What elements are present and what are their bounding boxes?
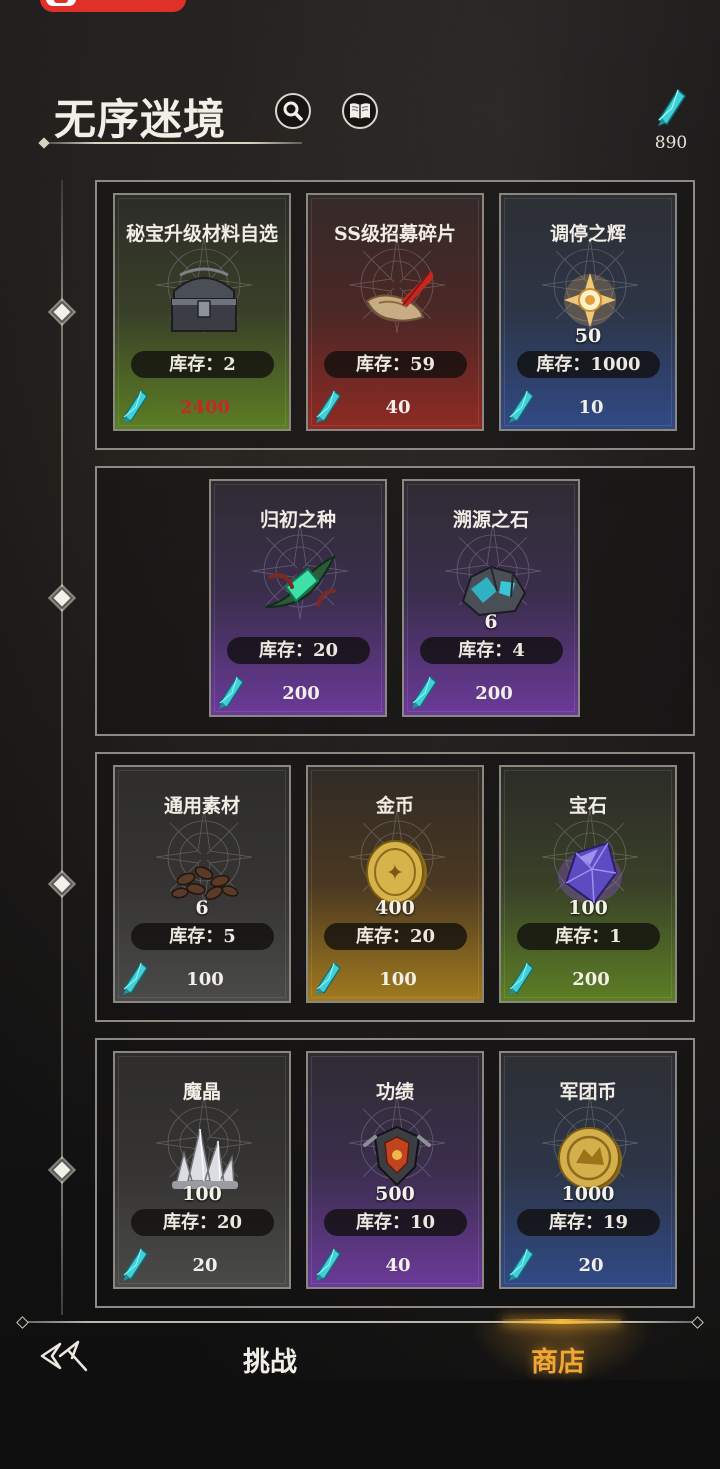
item-stock: 库存：20 [131,1209,274,1236]
shop-item-card[interactable]: 秘宝升级材料自选 库存：2 2400 [113,193,291,431]
item-name: 溯源之石 [452,509,529,531]
item-name: 通用素材 [163,795,240,817]
item-stock: 库存：19 [517,1209,660,1236]
tab-challenge[interactable]: 挑战 [243,1340,297,1379]
item-price: 20 [192,1255,218,1276]
item-price: 200 [282,683,320,704]
item-price: 100 [186,969,224,990]
currency-crystal-icon [120,389,150,425]
item-stock: 库存：2 [131,351,274,378]
currency-crystal-icon [313,961,343,997]
crystal-seed-icon [256,547,344,625]
item-quantity: 500 [375,1183,415,1205]
shop-item-card[interactable]: 魔晶 100 库存：20 20 [113,1051,291,1289]
item-quantity: 6 [195,897,209,919]
active-tab-indicator [503,1319,621,1324]
item-stock: 库存：20 [324,923,467,950]
shop-item-card[interactable]: SS级招募碎片 库存：59 40 [306,193,484,431]
currency-crystal-icon [120,1247,150,1283]
search-button[interactable] [275,93,311,129]
item-stock: 库存：59 [324,351,467,378]
currency-crystal-icon [506,389,536,425]
guide-book-button[interactable] [342,93,378,129]
search-icon [283,101,303,121]
item-price: 40 [385,1255,411,1276]
item-price: 40 [385,397,411,418]
shop-item-card[interactable]: 通用素材 6 库存：5 100 [113,765,291,1003]
item-name: 军团币 [559,1081,617,1103]
item-price: 200 [572,969,610,990]
item-name: 秘宝升级材料自选 [125,223,278,245]
item-name: 归初之种 [259,509,336,531]
bottom-bar-background [0,1380,720,1469]
currency-amount: 890 [654,133,688,153]
shop-group-2 [95,466,695,736]
shop-item-card[interactable]: 金币 ✦ 400 库存：20 100 [306,765,484,1003]
item-name: 宝石 [568,795,607,817]
timeline-line [61,180,63,1315]
currency-crystal-icon[interactable] [654,88,688,128]
item-price: 10 [578,397,604,418]
scroll-quill-icon [353,261,441,339]
item-quantity: 100 [568,897,608,919]
currency-crystal-icon [313,1247,343,1283]
currency-crystal-icon [216,675,246,711]
shop-item-card[interactable]: 功绩 500 库存：10 40 [306,1051,484,1289]
currency-crystal-icon [506,961,536,997]
currency-crystal-icon [409,675,439,711]
item-price: 2400 [179,397,231,418]
item-quantity: 6 [484,611,498,633]
item-stock: 库存：1000 [517,351,660,378]
item-price: 200 [475,683,513,704]
item-name: 金币 [375,795,414,817]
item-stock: 库存：10 [324,1209,467,1236]
item-stock: 库存：20 [227,637,370,664]
shop-item-card[interactable]: 归初之种 库存：20 200 [209,479,387,717]
book-icon [350,103,370,119]
item-quantity: 1000 [561,1183,615,1205]
item-name: SS级招募碎片 [333,223,457,245]
shop-item-card[interactable]: 宝石 100 库存：1 200 [499,765,677,1003]
page-title: 无序迷境 [54,95,227,144]
shop-item-card[interactable]: 调停之辉 50 库存：1000 10 [499,193,677,431]
item-stock: 库存：4 [420,637,563,664]
currency-crystal-icon [120,961,150,997]
svg-text:✦: ✦ [386,861,404,886]
item-price: 20 [578,1255,604,1276]
item-quantity: 400 [375,897,415,919]
shop-item-card[interactable]: 军团币 1000 库存：19 20 [499,1051,677,1289]
back-arrow-icon[interactable] [38,1336,94,1376]
item-quantity: 50 [574,325,602,347]
treasure-chest-icon [160,261,248,339]
item-stock: 库存：5 [131,923,274,950]
currency-crystal-icon [313,389,343,425]
title-underline [44,142,302,144]
item-price: 100 [379,969,417,990]
item-name: 魔晶 [182,1081,221,1103]
tab-shop[interactable]: 商店 [531,1340,585,1379]
item-name: 调停之辉 [549,223,626,245]
shop-item-card[interactable]: 溯源之石 6 库存：4 200 [402,479,580,717]
item-name: 功绩 [375,1081,414,1103]
item-stock: 库存：1 [517,923,660,950]
recording-indicator[interactable] [40,0,186,12]
currency-crystal-icon [506,1247,536,1283]
item-quantity: 100 [182,1183,222,1205]
